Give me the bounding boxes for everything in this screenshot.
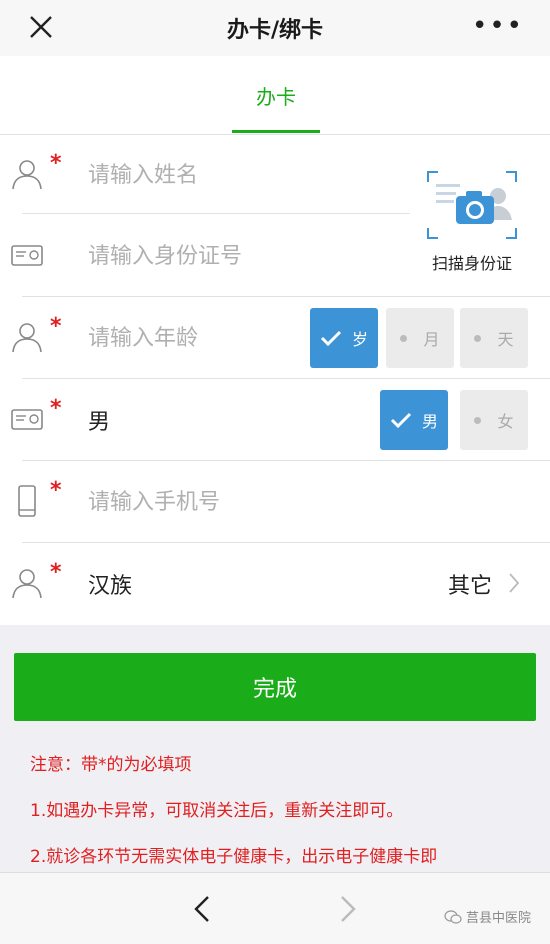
- more-icon[interactable]: •••: [472, 13, 524, 39]
- gender-value: 男: [88, 410, 111, 435]
- gender-female-option[interactable]: 女: [460, 390, 528, 450]
- back-arrow-icon[interactable]: [192, 895, 212, 923]
- person-icon: [12, 569, 42, 599]
- done-button[interactable]: 完成: [14, 653, 536, 721]
- page-title: 办卡/绑卡: [226, 18, 324, 43]
- divider: [22, 460, 550, 461]
- note-item: 1.如遇办卡异常，可取消关注后，重新关注即可。: [30, 801, 404, 821]
- chevron-right-icon: [509, 573, 520, 593]
- top-bar: 办卡/绑卡 •••: [0, 0, 550, 56]
- nation-row[interactable]: * 汉族 其它: [0, 544, 550, 625]
- gender-row: * 男 男 女: [0, 380, 550, 461]
- gender-male-option[interactable]: 男: [380, 390, 448, 450]
- scan-id-card-button[interactable]: [426, 170, 518, 240]
- camera-icon: [456, 191, 494, 224]
- scan-id-card-label: 扫描身份证: [432, 254, 513, 273]
- divider: [22, 296, 550, 297]
- age-row: * 岁 月 天: [0, 298, 550, 379]
- age-unit-day[interactable]: 天: [460, 308, 528, 368]
- required-mark: *: [50, 396, 62, 421]
- watermark: 莒县中医院: [444, 907, 531, 926]
- required-mark: *: [50, 151, 62, 176]
- phone-icon: [18, 485, 36, 517]
- phone-row: *: [0, 462, 550, 543]
- nation-other-option[interactable]: 其它: [448, 568, 492, 600]
- name-input[interactable]: [88, 157, 388, 193]
- card-form: * 扫描身份证: [0, 135, 550, 625]
- required-mark: *: [50, 478, 62, 503]
- id-card-icon: [11, 245, 43, 266]
- close-icon[interactable]: [28, 14, 54, 40]
- required-mark: *: [50, 560, 62, 585]
- wechat-icon: [444, 909, 462, 924]
- required-mark: *: [50, 314, 62, 339]
- check-icon: [320, 330, 342, 346]
- note-required: 注意：带*的为必填项: [30, 755, 192, 775]
- nation-value: 汉族: [88, 574, 133, 599]
- divider: [22, 378, 550, 379]
- tab-apply-card[interactable]: 办卡: [232, 56, 320, 134]
- bottom-nav-bar: 莒县中医院: [0, 872, 550, 944]
- person-icon: [12, 323, 42, 353]
- phone-input[interactable]: [88, 484, 488, 520]
- check-icon: [390, 412, 412, 428]
- tab-bar: 办卡: [0, 56, 550, 135]
- age-unit-month[interactable]: 月: [386, 308, 454, 368]
- id-card-icon: [11, 409, 43, 430]
- note-item: 2.就诊各环节无需实体电子健康卡，出示电子健康卡即: [30, 847, 438, 867]
- age-unit-year[interactable]: 岁: [310, 308, 378, 368]
- person-icon: [12, 160, 42, 190]
- divider: [22, 542, 550, 543]
- id-card-input[interactable]: [88, 238, 398, 274]
- forward-arrow-icon[interactable]: [338, 895, 358, 923]
- tab-active-indicator: [232, 130, 320, 133]
- age-input[interactable]: [88, 320, 288, 356]
- divider: [22, 213, 410, 214]
